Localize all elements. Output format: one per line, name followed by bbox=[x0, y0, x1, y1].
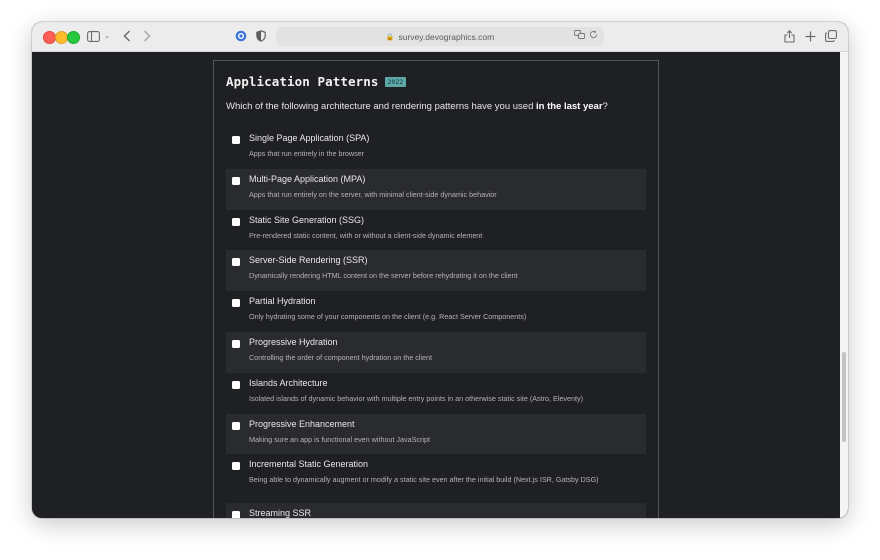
checkbox[interactable] bbox=[232, 339, 240, 348]
option-description: Controlling the order of component hydra… bbox=[249, 352, 432, 362]
checkbox[interactable] bbox=[232, 258, 240, 267]
option-label: Islands Architecture bbox=[249, 377, 328, 388]
question-prefix: Which of the following architecture and … bbox=[226, 101, 536, 112]
option-islands-architecture[interactable]: Islands Architecture Isolated islands of… bbox=[226, 373, 646, 414]
option-label: Progressive Hydration bbox=[249, 336, 338, 347]
forward-button[interactable] bbox=[141, 27, 153, 45]
reload-icon[interactable] bbox=[589, 30, 598, 41]
address-url: survey.devographics.com bbox=[398, 31, 495, 42]
scrollbar-thumb[interactable] bbox=[842, 352, 846, 442]
option-label: Single Page Application (SPA) bbox=[249, 133, 370, 143]
option-label: Progressive Enhancement bbox=[249, 418, 355, 429]
option-label: Multi-Page Application (MPA) bbox=[249, 173, 366, 184]
year-badge: 2022 bbox=[384, 76, 407, 87]
checkbox[interactable] bbox=[232, 176, 240, 185]
option-spa[interactable]: Single Page Application (SPA) Apps that … bbox=[226, 128, 646, 169]
option-description: Making sure an app is functional even wi… bbox=[249, 434, 430, 444]
sidebar-toggle-icon[interactable] bbox=[86, 27, 100, 45]
privacy-shield-icon[interactable] bbox=[254, 27, 268, 45]
checkbox[interactable] bbox=[232, 462, 240, 471]
option-label: Streaming SSR bbox=[249, 508, 312, 518]
option-description: Being able to dynamically augment or mod… bbox=[249, 475, 599, 485]
section-title: Application Patterns bbox=[226, 74, 379, 89]
option-streaming-ssr[interactable]: Streaming SSR bbox=[226, 503, 646, 518]
question-text: Which of the following architecture and … bbox=[226, 101, 608, 112]
checkbox[interactable] bbox=[232, 511, 240, 518]
option-label: Server-Side Rendering (SSR) bbox=[249, 255, 368, 266]
option-label: Static Site Generation (SSG) bbox=[249, 214, 365, 225]
checkbox[interactable] bbox=[232, 217, 240, 226]
option-mpa[interactable]: Multi-Page Application (MPA) Apps that r… bbox=[226, 168, 646, 210]
share-icon[interactable] bbox=[782, 27, 796, 45]
option-label: Partial Hydration bbox=[249, 296, 316, 307]
checkbox[interactable] bbox=[232, 380, 240, 389]
checkbox[interactable] bbox=[232, 136, 240, 144]
tab-overview-icon[interactable] bbox=[824, 27, 838, 45]
back-button[interactable] bbox=[121, 27, 133, 45]
browser-toolbar: ⌄ 🔒 survey.devographics.com bbox=[32, 22, 848, 52]
question-panel: Application Patterns 2022 Which of the f… bbox=[213, 60, 659, 518]
option-description: Pre-rendered static content, with or wit… bbox=[249, 230, 483, 240]
question-suffix: ? bbox=[602, 101, 608, 112]
option-description: Only hydrating some of your components o… bbox=[249, 312, 527, 322]
option-progressive-enhancement[interactable]: Progressive Enhancement Making sure an a… bbox=[226, 413, 646, 455]
browser-window: ⌄ 🔒 survey.devographics.com Application … bbox=[32, 22, 848, 518]
option-progressive-hydration[interactable]: Progressive Hydration Controlling the or… bbox=[226, 331, 646, 373]
address-bar[interactable]: 🔒 survey.devographics.com bbox=[276, 27, 604, 46]
option-label: Incremental Static Generation bbox=[249, 459, 369, 470]
option-description: Apps that run entirely in the browser bbox=[249, 149, 365, 158]
checkbox[interactable] bbox=[232, 421, 240, 430]
password-extension-icon[interactable] bbox=[234, 27, 248, 45]
page-content: Application Patterns 2022 Which of the f… bbox=[32, 52, 848, 518]
option-partial-hydration[interactable]: Partial Hydration Only hydrating some of… bbox=[226, 291, 646, 332]
new-tab-icon[interactable] bbox=[803, 27, 817, 45]
options-list: Single Page Application (SPA) Apps that … bbox=[226, 128, 646, 518]
chevron-down-icon[interactable]: ⌄ bbox=[103, 27, 111, 45]
option-description: Dynamically rendering HTML content on th… bbox=[249, 271, 518, 281]
page-scrollbar[interactable] bbox=[840, 52, 848, 518]
option-description: Isolated islands of dynamic behavior wit… bbox=[249, 393, 583, 403]
translate-icon[interactable] bbox=[574, 30, 585, 41]
checkbox[interactable] bbox=[232, 299, 240, 308]
question-emphasis: in the last year bbox=[536, 101, 603, 112]
lock-icon: 🔒 bbox=[385, 33, 395, 41]
zoom-window-button[interactable] bbox=[67, 31, 80, 44]
option-description: Apps that run entirely on the server, wi… bbox=[249, 189, 497, 199]
option-ssg[interactable]: Static Site Generation (SSG) Pre-rendere… bbox=[226, 210, 646, 251]
option-incremental-static-generation[interactable]: Incremental Static Generation Being able… bbox=[226, 454, 646, 503]
section-header: Application Patterns 2022 bbox=[226, 74, 407, 89]
option-ssr[interactable]: Server-Side Rendering (SSR) Dynamically … bbox=[226, 250, 646, 292]
